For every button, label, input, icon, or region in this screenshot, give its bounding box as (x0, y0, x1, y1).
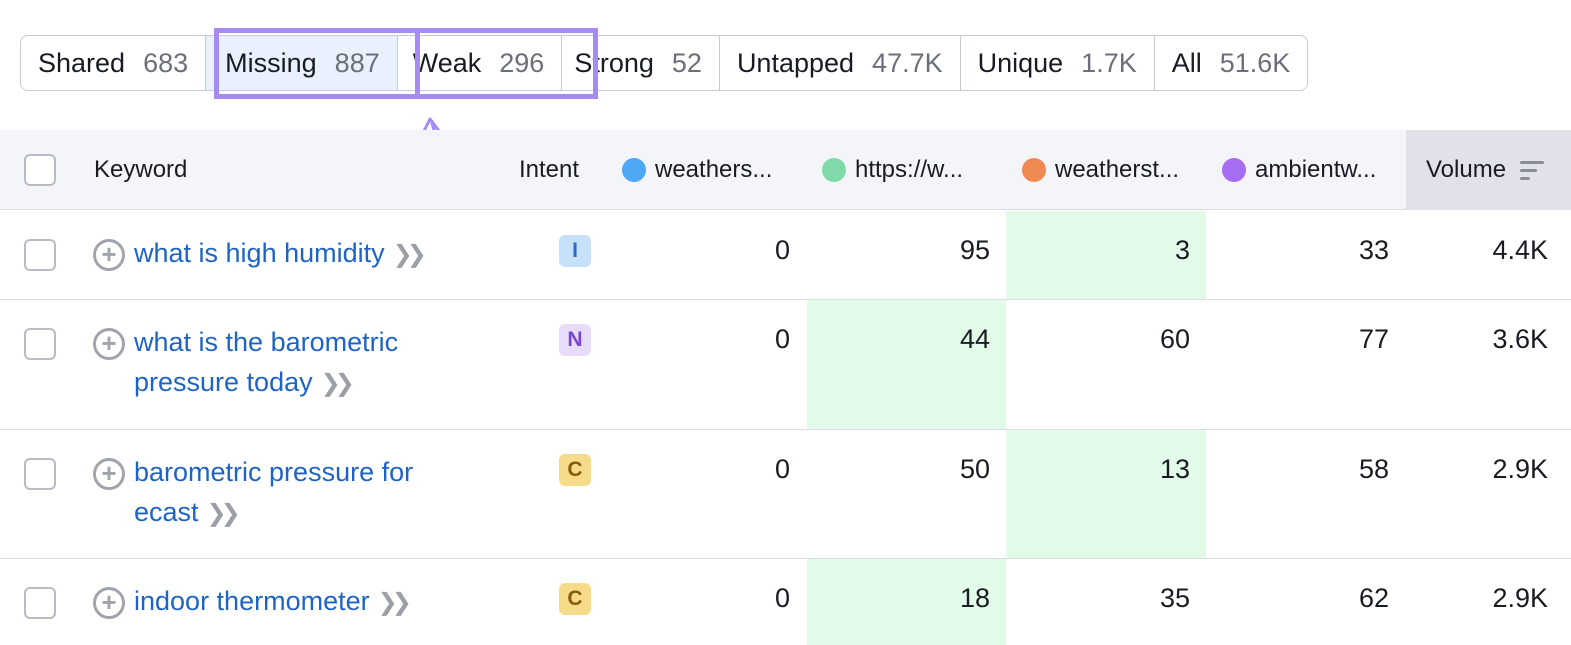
position-cell: 18 (959, 583, 990, 613)
tab-count: 47.7K (872, 47, 943, 78)
plus-circle-icon[interactable]: + (93, 328, 125, 360)
position-cell: 62 (1358, 583, 1389, 613)
tab-label: Strong (574, 47, 654, 78)
header-checkbox-cell (24, 130, 56, 210)
keyword-link[interactable]: what is high humidity ❯❯ (134, 233, 464, 275)
position-cell: 0 (774, 454, 790, 484)
position-cell: 3 (1174, 235, 1190, 265)
keyword-link[interactable]: barometric pressure for ecast ❯❯ (134, 452, 450, 534)
position-cell: 44 (959, 324, 990, 354)
row-checkbox[interactable] (24, 587, 56, 619)
tab-unique[interactable]: Unique 1.7K (961, 36, 1155, 90)
volume-cell: 2.9K (1492, 583, 1548, 613)
domain-label: weatherst... (1055, 156, 1180, 183)
keyword-text: what is the barometric pressure today (134, 327, 399, 397)
sort-icon[interactable] (1520, 160, 1545, 180)
domain-label: ambientw... (1255, 156, 1377, 183)
tab-label: Untapped (736, 47, 855, 78)
domain-color-dot (1222, 158, 1246, 182)
keyword-text: what is high humidity (134, 238, 385, 268)
select-all-checkbox[interactable] (24, 154, 56, 186)
domain-label: https://w... (855, 156, 964, 183)
domain-color-dot (1022, 158, 1046, 182)
tab-label: All (1171, 47, 1202, 78)
intent-badge: N (559, 324, 591, 356)
row-checkbox[interactable] (24, 239, 56, 271)
row-checkbox[interactable] (24, 458, 56, 490)
filter-tabs: Shared 683 Missing 887 Weak 296 Strong 5… (20, 35, 1309, 91)
double-chevron-right-icon[interactable]: ❯❯ (393, 241, 427, 268)
position-cell: 0 (774, 583, 790, 613)
tab-shared[interactable]: Shared 683 (21, 36, 207, 90)
highlight-cell (1006, 430, 1206, 558)
plus-circle-icon[interactable]: + (93, 458, 125, 490)
domain-color-dot (822, 158, 846, 182)
intent-badge: I (559, 235, 591, 267)
double-chevron-right-icon[interactable]: ❯❯ (378, 589, 412, 616)
position-cell: 50 (959, 454, 990, 484)
header-volume[interactable]: Volume (1406, 130, 1571, 210)
plus-circle-icon[interactable]: + (93, 239, 125, 271)
tab-count: 52 (671, 47, 702, 78)
tab-count: 1.7K (1081, 47, 1137, 78)
tab-strong[interactable]: Strong 52 (562, 36, 720, 90)
domain-color-dot (622, 158, 646, 182)
tab-count: 683 (143, 47, 189, 78)
header-domain-3[interactable]: weatherst... (1022, 130, 1179, 210)
double-chevron-right-icon[interactable]: ❯❯ (321, 370, 355, 397)
intent-badge: C (559, 583, 591, 615)
position-cell: 77 (1358, 324, 1389, 354)
tab-count: 51.6K (1219, 47, 1291, 78)
header-domain-1[interactable]: weathers... (622, 130, 772, 210)
tab-label: Missing (225, 47, 317, 78)
position-cell: 58 (1358, 454, 1389, 484)
position-cell: 0 (774, 235, 790, 265)
volume-label: Volume (1426, 156, 1507, 183)
intent-badge: C (559, 454, 591, 486)
tab-missing[interactable]: Missing 887 (206, 36, 398, 90)
tab-weak[interactable]: Weak 296 (398, 36, 563, 90)
tab-untapped[interactable]: Untapped 47.7K (720, 36, 961, 90)
header-keyword[interactable]: Keyword (94, 130, 187, 210)
tab-count: 887 (334, 47, 380, 78)
volume-cell: 2.9K (1492, 454, 1548, 484)
row-checkbox[interactable] (24, 328, 56, 360)
header-domain-4[interactable]: ambientw... (1222, 130, 1376, 210)
keyword-link[interactable]: what is the barometric pressure today ❯❯ (134, 322, 454, 404)
position-cell: 95 (959, 235, 990, 265)
domain-label: weathers... (655, 156, 773, 183)
header-domain-2[interactable]: https://w... (822, 130, 963, 210)
plus-circle-icon[interactable]: + (93, 587, 125, 619)
table-row: + what is high humidity ❯❯ I 0 95 3 33 4.… (0, 211, 1571, 300)
table-row: + barometric pressure for ecast ❯❯ C 0 50… (0, 430, 1571, 559)
tab-label: Unique (977, 47, 1064, 78)
table-header: Keyword Intent weathers... https://w... … (0, 130, 1571, 210)
volume-cell: 3.6K (1492, 324, 1548, 354)
keyword-link[interactable]: indoor thermometer ❯❯ (134, 581, 494, 623)
header-intent[interactable]: Intent (519, 130, 579, 210)
table-row: + what is the barometric pressure today ❯… (0, 300, 1571, 430)
tab-label: Shared (38, 47, 126, 78)
tab-count: 296 (499, 47, 545, 78)
position-cell: 60 (1159, 324, 1190, 354)
tab-all[interactable]: All 51.6K (1155, 36, 1308, 90)
highlight-cell (807, 300, 1006, 429)
position-cell: 0 (774, 324, 790, 354)
position-cell: 33 (1358, 235, 1389, 265)
double-chevron-right-icon[interactable]: ❯❯ (207, 500, 241, 527)
keyword-text: indoor thermometer (134, 586, 370, 616)
keyword-text: barometric pressure for ecast (134, 457, 414, 527)
table-row: + indoor thermometer ❯❯ C 0 18 35 62 2.9K (0, 559, 1571, 645)
volume-cell: 4.4K (1492, 235, 1548, 265)
position-cell: 35 (1159, 583, 1190, 613)
position-cell: 13 (1159, 454, 1190, 484)
tab-label: Weak (412, 47, 482, 78)
